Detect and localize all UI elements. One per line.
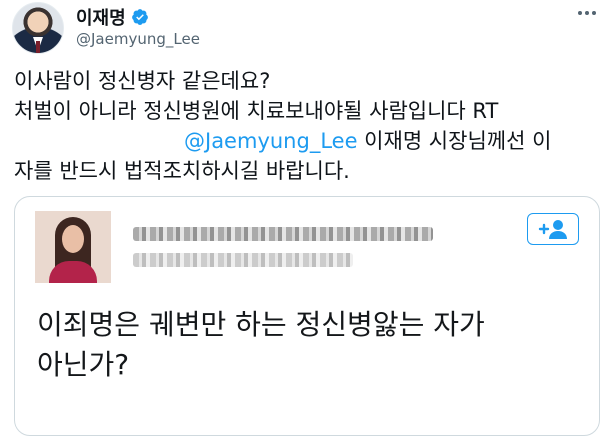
author-display-name[interactable]: 이재명 [76,4,126,30]
more-options-icon[interactable] [572,2,602,24]
quoted-tweet-text-line-2: 아닌가? [37,348,130,381]
author-avatar[interactable] [12,2,64,54]
tweet-header: 이재명 @Jaemyung_Lee [12,2,602,54]
tweet-text-line-1: 이사람이 정신병자 같은데요? [14,69,271,93]
tweet-text: 이사람이 정신병자 같은데요? 처벌이 아니라 정신병원에 치료보내야될 사람입… [14,66,604,186]
tweet: 이재명 @Jaemyung_Lee 이사람이 정신병자 같은데요? 처벌이 아니… [0,0,616,436]
tweet-text-line-3: @Jaemyung_Lee 이재명 시장님께선 이 [14,126,604,156]
blurred-author-handle [133,253,353,267]
quoted-author-avatar[interactable] [35,211,111,283]
blurred-author-name [133,227,433,241]
add-user-icon [538,220,567,239]
quoted-tweet-text: 이죄명은 궤변만 하는 정신병앓는 자가 아닌가? [37,305,587,385]
quoted-tweet-card[interactable]: 이죄명은 궤변만 하는 정신병앓는 자가 아닌가? [14,196,600,436]
follow-button[interactable] [527,213,579,245]
tweet-text-line-3-rest: 이재명 시장님께선 이 [357,129,552,153]
avatar-face [62,225,84,253]
author-handle[interactable]: @Jaemyung_Lee [76,30,200,48]
tweet-text-line-4: 자를 반드시 법적조치하시길 바랍니다. [14,159,350,183]
author-name-row: 이재명 [76,4,149,30]
mention-link[interactable]: @Jaemyung_Lee [184,129,358,153]
quoted-tweet-text-line-1: 이죄명은 궤변만 하는 정신병앓는 자가 [37,308,485,341]
tweet-text-line-2: 처벌이 아니라 정신병원에 치료보내야될 사람입니다 RT [14,99,499,123]
verified-badge-icon [131,8,149,26]
avatar-tie [36,41,40,53]
